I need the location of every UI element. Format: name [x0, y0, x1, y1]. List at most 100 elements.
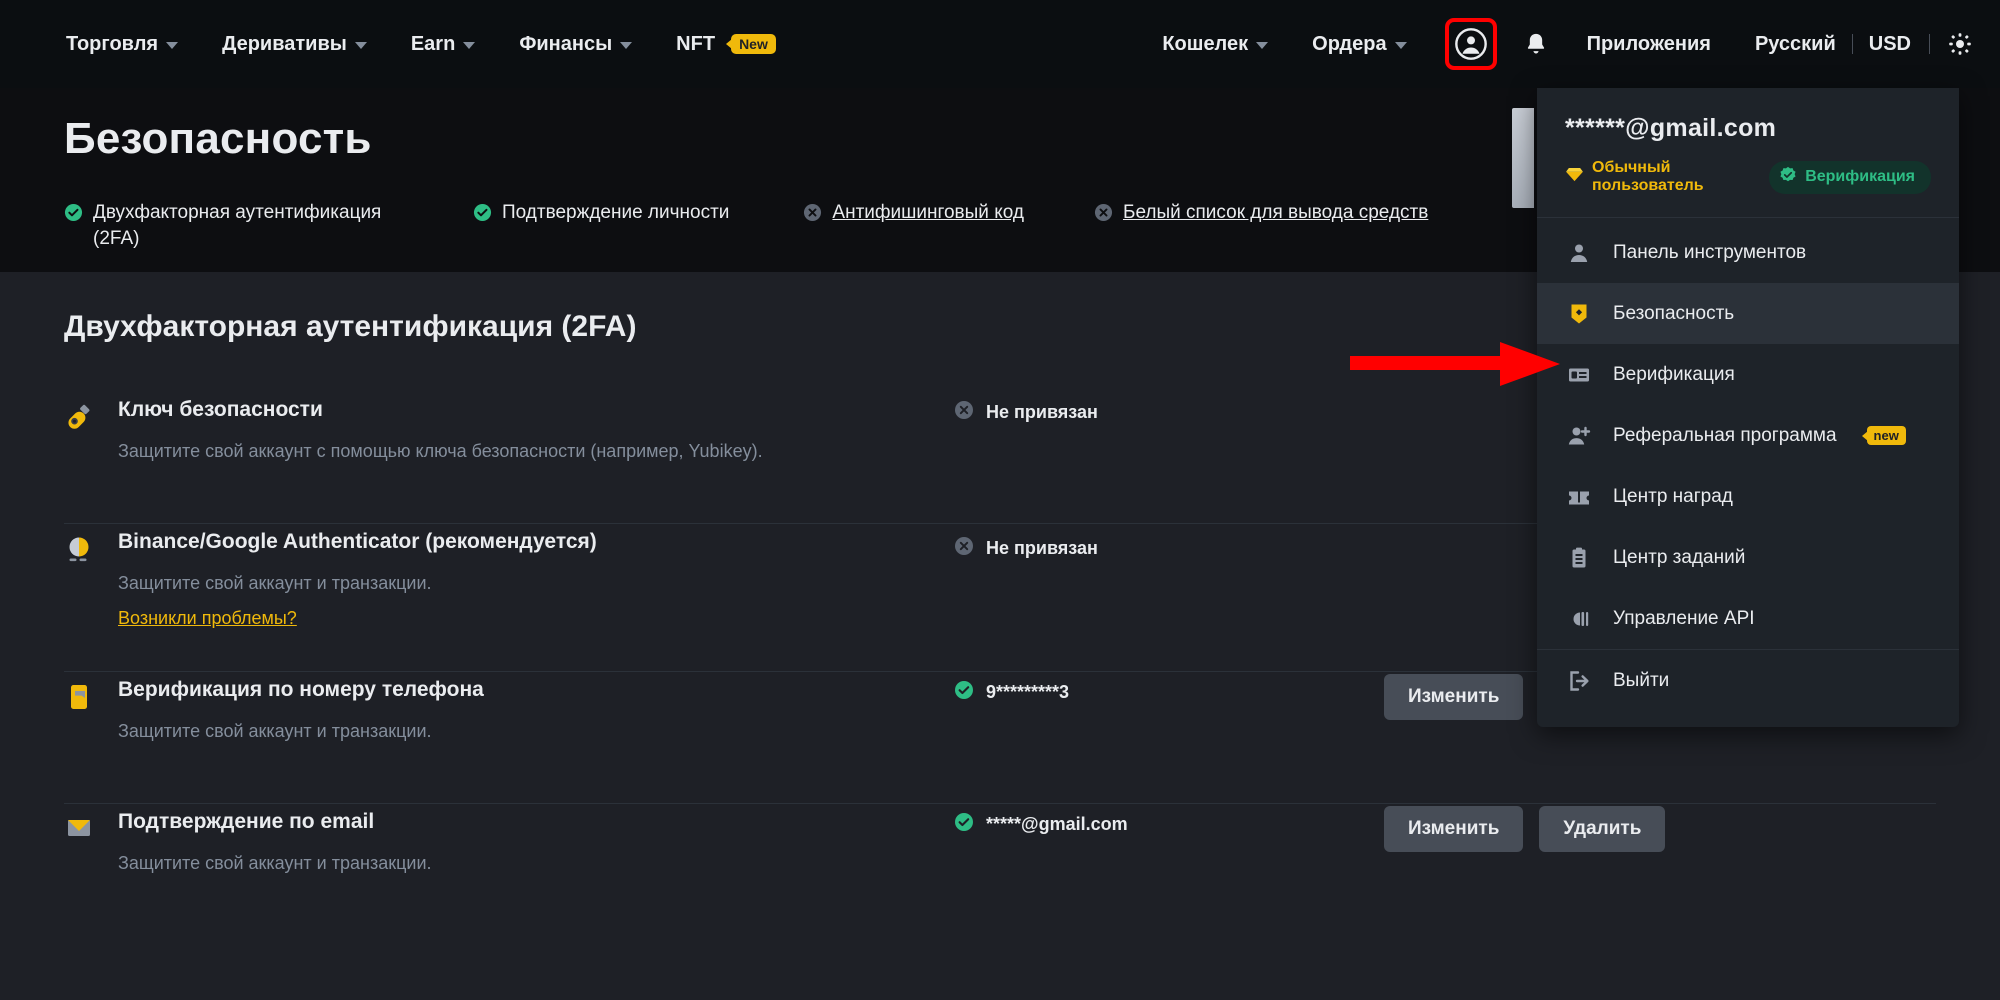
api-plug-icon: [1565, 607, 1593, 631]
dropdown-item-label: Управление API: [1613, 607, 1755, 629]
status-tab-antiphishing[interactable]: Антифишинговый код: [803, 200, 1024, 227]
dropdown-item-verification[interactable]: Верификация: [1537, 344, 1959, 405]
nav-apps-label: Приложения: [1586, 32, 1711, 55]
chevron-down-icon: [620, 42, 633, 49]
shield-icon: [1565, 302, 1593, 326]
ticket-icon: [1565, 485, 1593, 509]
navbar-right-group: Кошелек Ордера Приложения Русский USD: [1140, 18, 1972, 70]
nav-item-label: Торговля: [66, 32, 159, 55]
x-circle-icon: [1094, 203, 1113, 227]
verified-check-icon: [1779, 166, 1797, 189]
status-tab-identity[interactable]: Подтверждение личности: [473, 200, 729, 227]
row-text-block: Ключ безопасности Защитите свой аккаунт …: [118, 398, 763, 464]
logout-icon: [1565, 669, 1593, 693]
nav-item-label: Кошелек: [1162, 32, 1249, 55]
user-level-badge: Обычный пользователь: [1565, 159, 1755, 195]
notification-bell-button[interactable]: [1523, 31, 1549, 57]
nav-item-nft[interactable]: NFT New: [654, 23, 798, 66]
nav-item-finance[interactable]: Финансы: [497, 23, 654, 66]
dropdown-item-list: Панель инструментов Безопасность Верифик…: [1537, 218, 1959, 711]
nav-currency-label: USD: [1868, 32, 1911, 55]
person-add-icon: [1565, 424, 1593, 448]
change-phone-button[interactable]: Изменить: [1384, 674, 1524, 720]
annotation-arrow: [1350, 336, 1560, 397]
sun-theme-icon: [1949, 33, 1971, 55]
dropdown-item-label: Панель инструментов: [1613, 241, 1807, 263]
dropdown-header: ******@gmail.com Обычный пользователь Ве…: [1537, 88, 1959, 217]
nav-new-badge: New: [731, 34, 776, 54]
row-title: Верификация по номеру телефона: [118, 678, 484, 701]
clipboard-icon: [1565, 546, 1593, 570]
check-circle-icon: [64, 203, 83, 227]
row-actions: Изменить Удалить: [1384, 804, 1666, 852]
row-title: Ключ безопасности: [118, 398, 323, 421]
dropdown-item-dashboard[interactable]: Панель инструментов: [1537, 222, 1959, 283]
dropdown-item-rewards[interactable]: Центр наград: [1537, 466, 1959, 527]
nav-item-label: Деривативы: [222, 32, 347, 55]
nav-item-orders[interactable]: Ордера: [1290, 23, 1428, 66]
row-status: *****@gmail.com: [954, 804, 1384, 837]
row-status-text: *****@gmail.com: [986, 814, 1128, 834]
status-tab-label: Подтверждение личности: [502, 202, 730, 223]
check-circle-icon: [954, 680, 974, 705]
diamond-icon: [1565, 167, 1584, 187]
theme-toggle-button[interactable]: [1948, 32, 1972, 56]
security-status-tabs: Двухфакторная аутентификация (2FA) Подтв…: [64, 200, 1492, 251]
row-status: Не привязан: [954, 392, 1384, 425]
status-tab-label: Антифишинговый код: [832, 202, 1024, 223]
status-tab-withdraw-whitelist[interactable]: Белый список для вывода средств: [1094, 200, 1428, 227]
x-circle-icon: [954, 400, 974, 425]
chevron-down-icon: [354, 42, 367, 49]
dropdown-item-label: Реферальная программа: [1613, 424, 1837, 446]
security-key-icon: [64, 398, 98, 464]
delete-email-button[interactable]: Удалить: [1539, 806, 1666, 852]
dropdown-item-label: Центр заданий: [1613, 546, 1746, 568]
id-card-icon: [1565, 363, 1593, 387]
row-info: Подтверждение по email Защитите свой акк…: [64, 804, 954, 876]
row-actions: Изменить: [1384, 672, 1524, 720]
dropdown-item-label: Безопасность: [1613, 302, 1735, 324]
row-status-text: Не привязан: [986, 538, 1098, 558]
row-info: Binance/Google Authenticator (рекомендуе…: [64, 524, 954, 629]
row-description: Защитите свой аккаунт с помощью ключа бе…: [118, 441, 763, 461]
row-title: Binance/Google Authenticator (рекомендуе…: [118, 530, 597, 553]
nav-item-label: Финансы: [519, 32, 613, 55]
dropdown-item-api[interactable]: Управление API: [1537, 588, 1959, 649]
dropdown-item-tasks[interactable]: Центр заданий: [1537, 527, 1959, 588]
nav-item-wallet[interactable]: Кошелек: [1140, 23, 1290, 66]
phone-icon: [64, 678, 98, 744]
dropdown-item-label: Верификация: [1613, 363, 1735, 385]
nav-item-language[interactable]: Русский: [1733, 23, 1846, 66]
nav-item-currency[interactable]: USD: [1859, 23, 1923, 66]
top-navbar: Торговля Деривативы Earn Финансы NFT New: [0, 0, 2000, 88]
nav-item-trade[interactable]: Торговля: [44, 23, 200, 66]
nav-item-apps[interactable]: Приложения: [1565, 23, 1733, 66]
table-row: Подтверждение по email Защитите свой акк…: [64, 804, 1936, 936]
row-text-block: Подтверждение по email Защитите свой акк…: [118, 810, 432, 876]
status-tab-label: Двухфакторная аутентификация (2FA): [93, 202, 382, 249]
change-email-button[interactable]: Изменить: [1384, 806, 1524, 852]
person-icon: [1565, 241, 1593, 265]
verification-label: Верификация: [1805, 168, 1915, 185]
dropdown-new-badge: new: [1866, 426, 1906, 445]
verification-badge[interactable]: Верификация: [1769, 160, 1931, 194]
x-circle-icon: [954, 536, 974, 561]
page-root: Торговля Деривативы Earn Финансы NFT New: [0, 0, 2000, 1000]
row-text-block: Верификация по номеру телефона Защитите …: [118, 678, 484, 744]
status-tab-2fa[interactable]: Двухфакторная аутентификация (2FA): [64, 200, 403, 251]
row-status-text: 9*********3: [986, 682, 1070, 702]
row-description: Защитите свой аккаунт и транзакции.: [118, 573, 432, 593]
dropdown-item-referral[interactable]: Реферальная программа new: [1537, 405, 1959, 466]
chevron-down-icon: [463, 42, 476, 49]
row-help-link[interactable]: Возникли проблемы?: [118, 608, 297, 629]
dropdown-item-logout[interactable]: Выйти: [1537, 650, 1959, 711]
nav-language-label: Русский: [1754, 32, 1836, 55]
profile-dropdown-menu: ******@gmail.com Обычный пользователь Ве…: [1537, 88, 1959, 727]
nav-item-earn[interactable]: Earn: [389, 23, 497, 66]
page-title: Безопасность: [64, 114, 372, 163]
row-description: Защитите свой аккаунт и транзакции.: [118, 721, 432, 741]
profile-menu-button[interactable]: [1444, 18, 1497, 70]
nav-item-label: Earn: [410, 32, 456, 55]
dropdown-item-security[interactable]: Безопасность: [1537, 283, 1959, 344]
nav-item-derivatives[interactable]: Деривативы: [200, 23, 389, 66]
